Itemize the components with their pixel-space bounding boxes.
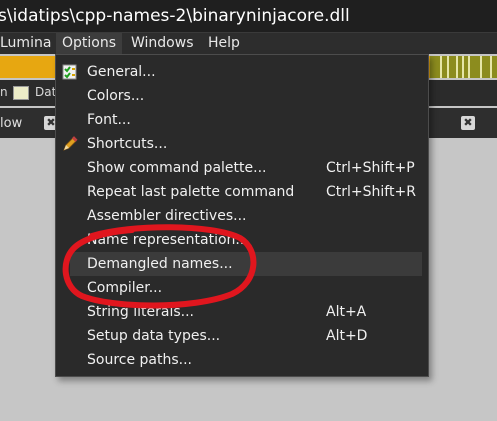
- menu-item-shortcuts[interactable]: Shortcuts...: [56, 132, 428, 156]
- navigation-band-stripe: [480, 56, 482, 78]
- menu-item-demangled-names[interactable]: Demangled names...: [70, 252, 422, 276]
- menu-item-font[interactable]: Font...: [56, 108, 428, 132]
- menu-item-colors[interactable]: Colors...: [56, 84, 428, 108]
- menu-item-shortcut: Ctrl+Shift+P: [326, 160, 415, 176]
- menu-item-shortcut: Alt+D: [326, 328, 368, 344]
- navigation-band-stripe: [490, 56, 492, 78]
- menu-item-shortcut: Ctrl+Shift+R: [326, 184, 416, 200]
- menu-item-label: Source paths...: [87, 352, 193, 368]
- menu-item-label: Compiler...: [87, 280, 163, 296]
- menu-bar: Lumina Options Windows Help: [0, 32, 497, 55]
- window-title-bar: s\idatips\cpp-names-2\binaryninjacore.dl…: [0, 0, 497, 32]
- window-title: s\idatips\cpp-names-2\binaryninjacore.dl…: [0, 6, 350, 26]
- navigation-band-stripe: [456, 56, 458, 78]
- legend-swatch: [13, 86, 29, 100]
- menu-item-label: Colors...: [87, 88, 145, 104]
- legend-label: n: [0, 85, 8, 99]
- menu-item-label: Repeat last palette command: [87, 184, 295, 200]
- menu-item-general[interactable]: General...: [56, 60, 428, 84]
- menu-item-source-paths[interactable]: Source paths...: [56, 348, 428, 372]
- options-dropdown-menu: General... Colors... Font... Shortcuts..…: [55, 54, 429, 377]
- menu-item-compiler[interactable]: Compiler...: [56, 276, 428, 300]
- menu-item-setup-data-types[interactable]: Setup data types... Alt+D: [56, 324, 428, 348]
- menu-windows[interactable]: Windows: [125, 33, 200, 55]
- menu-item-assembler-directives[interactable]: Assembler directives...: [56, 204, 428, 228]
- navigation-band-stripe: [447, 56, 449, 78]
- close-icon[interactable]: ✖: [461, 116, 475, 130]
- pen-icon: [63, 136, 78, 151]
- menu-item-string-literals[interactable]: String literals... Alt+A: [56, 300, 428, 324]
- menu-item-label: General...: [87, 64, 156, 80]
- menu-item-label: Font...: [87, 112, 131, 128]
- navigation-band-stripe: [440, 56, 442, 78]
- menu-item-label: Show command palette...: [87, 160, 267, 176]
- menu-item-show-command-palette[interactable]: Show command palette... Ctrl+Shift+P: [56, 156, 428, 180]
- menu-lumina[interactable]: Lumina: [0, 33, 57, 55]
- legend-label: Dat: [35, 85, 57, 99]
- navigation-band-stripe: [468, 56, 470, 78]
- menu-options[interactable]: Options: [56, 33, 123, 55]
- panel-title: low: [0, 116, 23, 131]
- menu-item-label: Name representation...: [87, 232, 249, 248]
- menu-item-name-representation[interactable]: Name representation...: [56, 228, 428, 252]
- navigation-band-stripe: [462, 56, 464, 78]
- menu-item-repeat-last-palette-command[interactable]: Repeat last palette command Ctrl+Shift+R: [56, 180, 428, 204]
- menu-item-label: Assembler directives...: [87, 208, 247, 224]
- checklist-icon: [62, 64, 77, 80]
- menu-item-label: Shortcuts...: [87, 136, 168, 152]
- menu-item-label: Setup data types...: [87, 328, 221, 344]
- menu-item-label: Demangled names...: [87, 256, 233, 272]
- menu-item-shortcut: Alt+A: [326, 304, 367, 320]
- menu-item-label: String literals...: [87, 304, 194, 320]
- menu-help[interactable]: Help: [202, 33, 246, 55]
